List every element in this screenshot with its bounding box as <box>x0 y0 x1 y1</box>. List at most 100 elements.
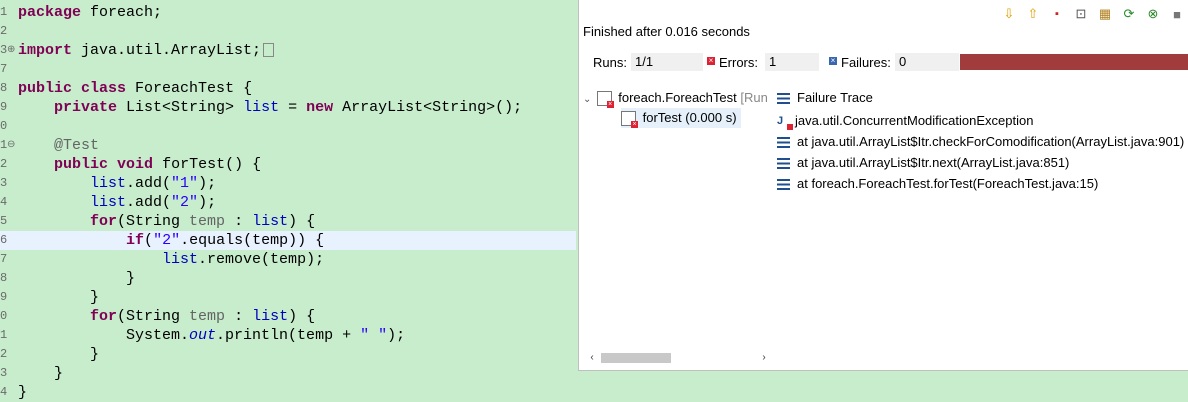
code-line[interactable]: 6 if("2".equals(temp)) { <box>0 231 576 250</box>
next-failure-icon[interactable]: ⇩ <box>999 4 1019 24</box>
line-number: 9 <box>0 290 8 304</box>
fold-expand-icon[interactable]: ⊕ <box>7 41 15 60</box>
scroll-lock-icon[interactable]: ⊡ <box>1071 4 1091 24</box>
code-line[interactable]: 7 list.remove(temp); <box>0 250 576 269</box>
code-line[interactable]: 0 <box>0 117 576 136</box>
scroll-right-icon[interactable]: › <box>757 350 771 366</box>
suite-runner: [Run <box>740 90 768 105</box>
stop-icon[interactable]: ⊗ <box>1143 4 1163 24</box>
tree-item-suite[interactable]: ⌄ × foreach.ForeachTest [Run <box>583 88 773 108</box>
code-text: public class ForeachTest { <box>18 80 253 97</box>
code-text: list.add("2"); <box>90 194 217 211</box>
line-number: 8 <box>0 81 8 95</box>
test-tree[interactable]: ⌄ × foreach.ForeachTest [Run × forTest (… <box>583 88 773 350</box>
code-line[interactable]: 9 } <box>0 288 576 307</box>
code-line[interactable]: 5 for(String temp : list) { <box>0 212 576 231</box>
line-number: 0 <box>0 119 8 133</box>
code-line[interactable]: 2 } <box>0 345 576 364</box>
tree-horizontal-scrollbar[interactable]: ‹ › <box>585 350 773 366</box>
progress-bar <box>960 54 1188 70</box>
scroll-thumb[interactable] <box>601 353 671 363</box>
stack-frame-icon <box>777 137 790 149</box>
exception-text: java.util.ConcurrentModificationExceptio… <box>795 113 1034 128</box>
code-text: } <box>18 365 64 382</box>
trace-exception[interactable]: Jjava.util.ConcurrentModificationExcepti… <box>777 111 1033 131</box>
code-text: System.out.println(temp + " "); <box>18 327 406 344</box>
code-line[interactable]: 7 <box>0 60 576 79</box>
failure-trace[interactable]: Failure Trace Jjava.util.ConcurrentModif… <box>777 88 1188 350</box>
code-line[interactable]: 1 ⊖ @Test <box>0 136 576 155</box>
line-number: 2 <box>0 347 8 361</box>
code-text: import java.util.ArrayList; <box>18 41 275 60</box>
code-line[interactable]: 2 <box>0 22 576 41</box>
code-line[interactable]: 1 package foreach; <box>0 3 576 22</box>
line-number: 7 <box>0 62 8 76</box>
line-number: 6 <box>0 233 8 247</box>
code-line[interactable]: 9 private List<String> list = new ArrayL… <box>0 98 576 117</box>
line-number: 2 <box>0 157 8 171</box>
stack-trace-icon <box>777 93 790 105</box>
suite-name: foreach.ForeachTest <box>618 90 737 105</box>
previous-failure-icon[interactable]: ⇧ <box>1023 4 1043 24</box>
code-text: public void forTest() { <box>54 156 262 173</box>
code-line[interactable]: 3 list.add("1"); <box>0 174 576 193</box>
line-number: 8 <box>0 271 8 285</box>
code-text: list.remove(temp); <box>162 251 325 268</box>
history-icon[interactable]: ■ <box>1167 4 1187 24</box>
failure-icon: × <box>829 56 837 65</box>
code-text: list.add("1"); <box>90 175 217 192</box>
errors-label: Errors: <box>719 55 758 70</box>
frame-text: at java.util.ArrayList$Itr.checkForComod… <box>797 134 1185 149</box>
line-number: 9 <box>0 100 8 114</box>
error-icon: × <box>707 56 715 65</box>
code-line[interactable]: 2 public void forTest() { <box>0 155 576 174</box>
code-text: @Test <box>54 137 100 154</box>
code-line[interactable]: 3 } <box>0 364 576 383</box>
test-suite-icon: × <box>596 91 614 108</box>
failures-value: 0 <box>895 53 959 71</box>
code-text: if("2".equals(temp)) { <box>126 232 325 249</box>
code-line[interactable]: 8 } <box>0 269 576 288</box>
line-number: 4 <box>0 195 8 209</box>
code-text: private List<String> list = new ArrayLis… <box>54 99 523 116</box>
trace-frame[interactable]: at java.util.ArrayList$Itr.checkForComod… <box>777 132 1184 152</box>
code-line[interactable]: 1 System.out.println(temp + " "); <box>0 326 576 345</box>
line-number: 2 <box>0 24 8 38</box>
runs-value: 1/1 <box>631 53 703 71</box>
code-text: } <box>18 384 28 401</box>
frame-text: at foreach.ForeachTest.forTest(ForeachTe… <box>797 176 1099 191</box>
tree-item-test[interactable]: × forTest (0.000 s) <box>621 108 741 128</box>
test-error-icon: × <box>621 111 638 128</box>
junit-toolbar: ⇩ ⇧ ▪ ⊡ ▦ ⟳ ⊗ ■ <box>999 4 1187 26</box>
code-line[interactable]: 3 ⊕ import java.util.ArrayList; <box>0 41 576 60</box>
code-line[interactable]: 8 public class ForeachTest { <box>0 79 576 98</box>
scroll-left-icon[interactable]: ‹ <box>585 350 599 366</box>
exception-icon: J <box>777 115 793 131</box>
line-number: 3 <box>0 176 8 190</box>
chevron-down-icon[interactable]: ⌄ <box>583 90 593 108</box>
failure-trace-title: Failure Trace <box>797 90 873 105</box>
trace-frame[interactable]: at java.util.ArrayList$Itr.next(ArrayLis… <box>777 153 1069 173</box>
code-text: } <box>18 346 100 363</box>
errors-value: 1 <box>765 53 819 71</box>
run-status: Finished after 0.016 seconds <box>583 24 750 39</box>
line-number: 0 <box>0 309 8 323</box>
code-text: package foreach; <box>18 4 163 21</box>
line-number: 5 <box>0 214 8 228</box>
code-line[interactable]: 4} <box>0 383 576 402</box>
code-line[interactable]: 4 list.add("2"); <box>0 193 576 212</box>
failure-trace-header: Failure Trace <box>777 88 873 108</box>
code-text: for(String temp : list) { <box>90 308 316 325</box>
frame-text: at java.util.ArrayList$Itr.next(ArrayLis… <box>797 155 1070 170</box>
line-number: 1 <box>0 5 8 19</box>
code-text: for(String temp : list) { <box>90 213 316 230</box>
stack-frame-icon <box>777 179 790 191</box>
layout-icon[interactable]: ▦ <box>1095 4 1115 24</box>
rerun-icon[interactable]: ⟳ <box>1119 4 1139 24</box>
code-line[interactable]: 0 for(String temp : list) { <box>0 307 576 326</box>
fold-collapse-icon[interactable]: ⊖ <box>7 136 15 155</box>
show-failures-only-icon[interactable]: ▪ <box>1047 4 1067 24</box>
trace-frame[interactable]: at foreach.ForeachTest.forTest(ForeachTe… <box>777 174 1098 194</box>
stack-frame-icon <box>777 158 790 170</box>
line-number: 3 <box>0 366 8 380</box>
